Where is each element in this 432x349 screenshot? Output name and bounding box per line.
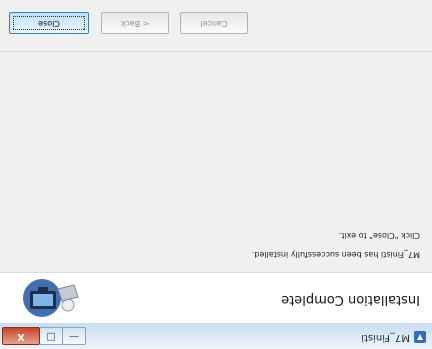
page-title: Installation Complete <box>281 292 420 307</box>
back-button[interactable]: < Back <box>101 12 169 34</box>
success-message: M7_Finisti has been successfully install… <box>251 250 420 259</box>
close-button-label: Close <box>13 16 85 30</box>
minimize-icon: — <box>69 331 79 342</box>
maximize-icon: □ <box>46 331 56 342</box>
cancel-button[interactable]: Cancel <box>180 12 248 34</box>
minimize-button[interactable]: — <box>62 327 86 345</box>
maximize-button[interactable]: □ <box>39 327 63 345</box>
wizard-header: Installation Complete <box>0 272 432 323</box>
window-title: M7_Finisti <box>361 332 410 343</box>
app-icon <box>414 331 426 343</box>
wizard-body: M7_Finisti has been successfully install… <box>0 52 432 272</box>
close-button[interactable]: Close <box>9 12 89 34</box>
installer-computer-icon <box>23 279 79 317</box>
close-window-button[interactable]: X <box>2 327 40 345</box>
close-icon: X <box>17 331 25 342</box>
title-bar: M7_Finisti — □ X <box>0 322 432 349</box>
wizard-footer: Cancel < Back Close <box>0 0 432 52</box>
instruction-message: Click "Close" to exit. <box>338 231 420 240</box>
installer-window: M7_Finisti — □ X Installation Complete M… <box>0 0 432 349</box>
